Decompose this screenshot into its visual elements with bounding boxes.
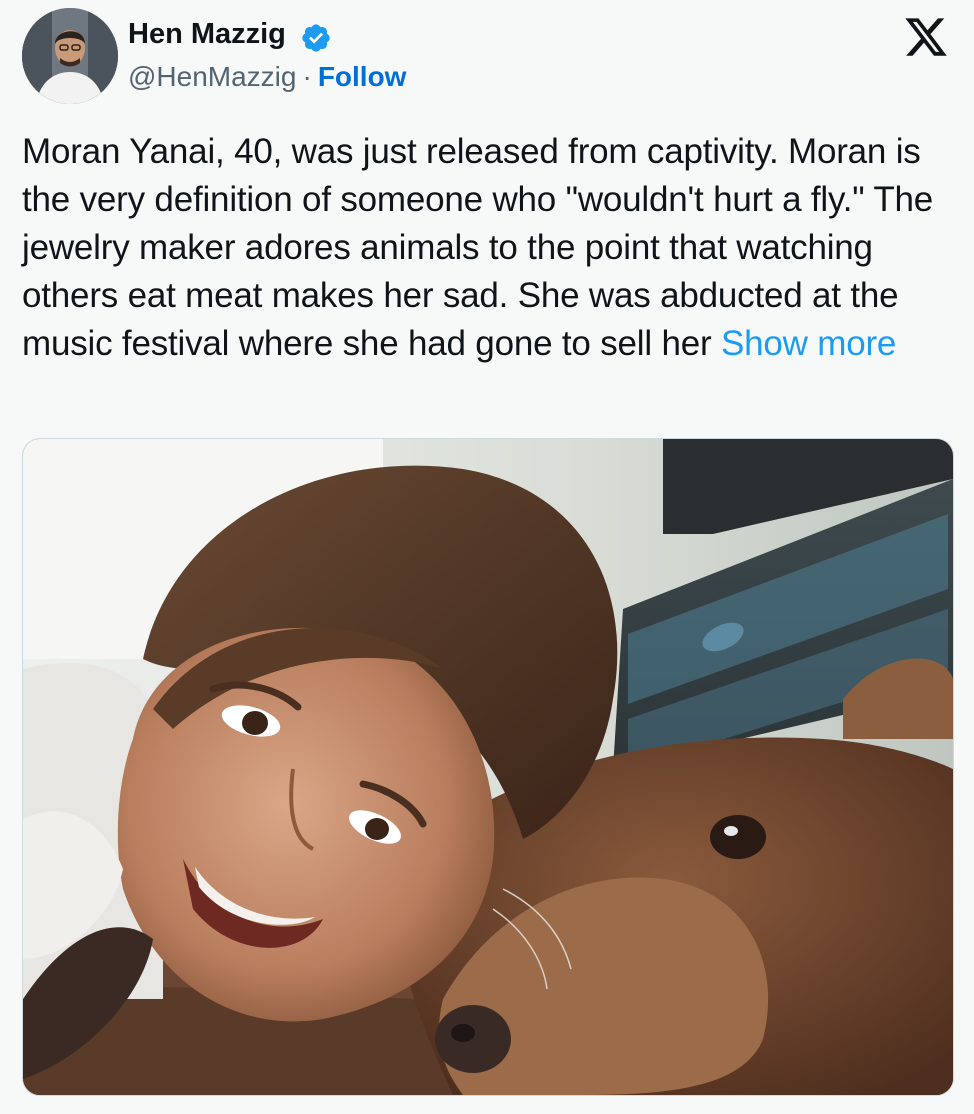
author-handle[interactable]: @HenMazzig — [128, 61, 296, 92]
photo-image — [23, 439, 953, 1095]
tweet-photo[interactable] — [22, 438, 954, 1096]
show-more-link[interactable]: Show more — [721, 324, 896, 363]
separator-dot: · — [302, 61, 312, 92]
avatar-image — [22, 8, 118, 104]
author-name[interactable]: Hen Mazzig — [128, 16, 286, 52]
x-logo-icon[interactable] — [902, 14, 950, 60]
tweet-text: Moran Yanai, 40, was just released from … — [22, 128, 957, 368]
tweet-card: Hen Mazzig @HenMazzig · Follow Moran Yanai… — [0, 0, 974, 1114]
author-handle-row: @HenMazzig · Follow — [128, 58, 406, 96]
author-avatar[interactable] — [22, 8, 118, 104]
follow-button[interactable]: Follow — [318, 61, 407, 92]
verified-badge-icon — [302, 24, 330, 52]
